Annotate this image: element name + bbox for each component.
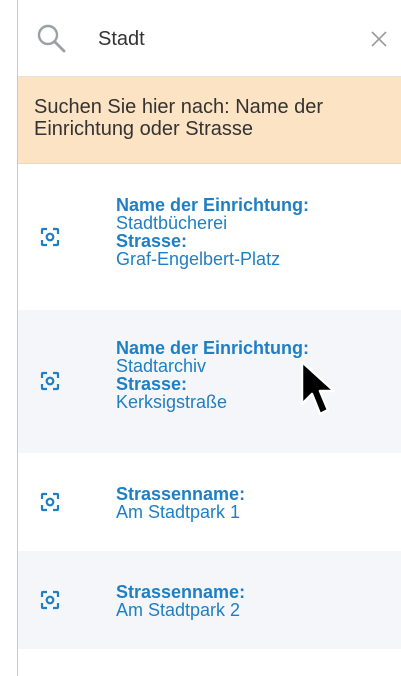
facility-label: Name der Einrichtung: <box>116 338 310 358</box>
search-icon[interactable] <box>35 22 67 54</box>
list-item[interactable]: Name der Einrichtung: Stadtarchiv Strass… <box>18 310 401 453</box>
street-label: Strassenname: <box>116 484 246 504</box>
street-label: Strassenname: <box>116 582 246 602</box>
close-icon[interactable] <box>370 30 388 48</box>
street-name: Am Stadtpark 2 <box>116 600 241 620</box>
street-name: Graf-Engelbert-Platz <box>116 249 281 269</box>
results-list: Name der Einrichtung: Stadtbücherei Stra… <box>18 164 401 649</box>
result-text: Strassenname: Am Stadtpark 2 <box>116 583 245 619</box>
search-panel: Suchen Sie hier nach: Name der Einrichtu… <box>17 0 401 676</box>
locate-icon[interactable] <box>39 226 61 248</box>
street-label: Strasse: <box>116 231 188 251</box>
search-bar <box>18 0 401 77</box>
list-item[interactable]: Name der Einrichtung: Stadtbücherei Stra… <box>18 164 401 310</box>
result-text: Name der Einrichtung: Stadtbücherei Stra… <box>116 196 309 268</box>
facility-name: Stadtbücherei <box>116 213 228 233</box>
search-input[interactable] <box>98 24 348 54</box>
street-name: Am Stadtpark 1 <box>116 502 241 522</box>
locate-icon[interactable] <box>39 370 61 392</box>
facility-name: Stadtarchiv <box>116 356 207 376</box>
locate-icon[interactable] <box>39 491 61 513</box>
result-text: Name der Einrichtung: Stadtarchiv Strass… <box>116 339 309 411</box>
list-item[interactable]: Strassenname: Am Stadtpark 2 <box>18 551 401 649</box>
street-label: Strasse: <box>116 374 188 394</box>
result-text: Strassenname: Am Stadtpark 1 <box>116 485 245 521</box>
street-name: Kerksigstraße <box>116 392 228 412</box>
locate-icon[interactable] <box>39 589 61 611</box>
facility-label: Name der Einrichtung: <box>116 195 310 215</box>
list-item[interactable]: Strassenname: Am Stadtpark 1 <box>18 453 401 551</box>
search-hint: Suchen Sie hier nach: Name der Einrichtu… <box>18 77 401 164</box>
